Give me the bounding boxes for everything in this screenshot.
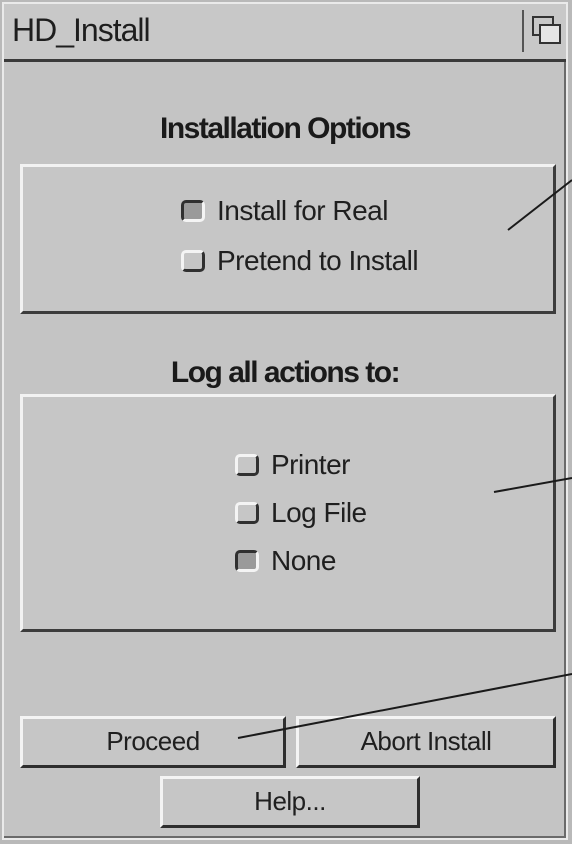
callout-lines <box>237 179 572 739</box>
callout-line-proceed <box>237 673 572 739</box>
callout-line-installation-options <box>507 179 572 231</box>
callout-line-log-actions <box>493 477 572 493</box>
